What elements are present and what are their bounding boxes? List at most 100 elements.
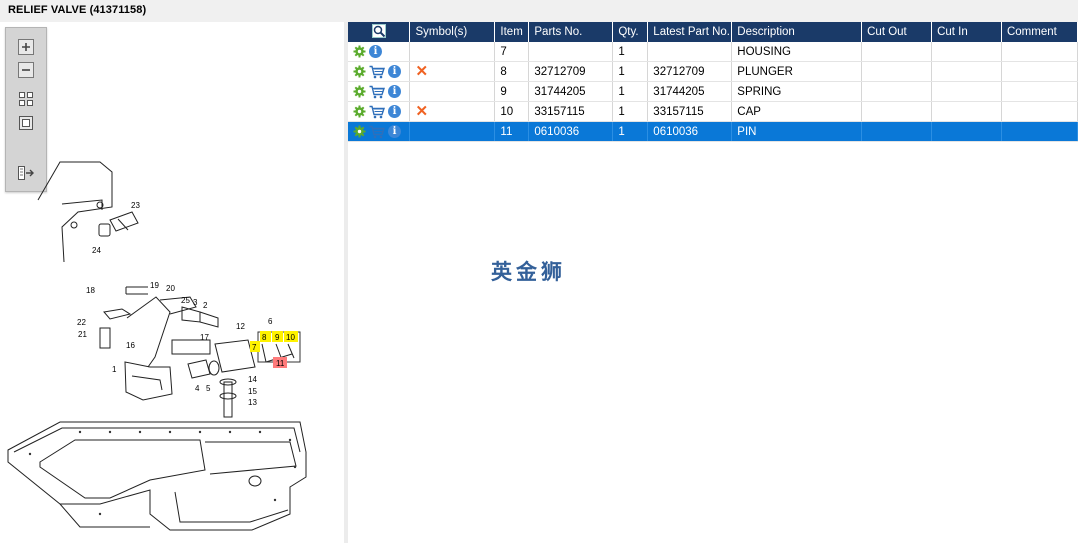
gear-icon [353,45,366,58]
watermark: 英金狮 [491,260,566,284]
fit-grid-icon [19,92,33,106]
item-cell: 9 [494,81,530,102]
parts-no-cell[interactable]: 33157115 [528,101,614,122]
column-header-cut-out[interactable]: Cut Out [861,22,933,42]
diagram-pane[interactable]: 23 24 18 19 20 25 3 2 22 21 16 17 12 6 7… [0,22,345,543]
callout-label[interactable]: 17 [200,333,209,342]
shopping-cart-icon [369,125,385,138]
callout-label[interactable]: 18 [86,286,95,295]
callout-label[interactable]: 4 [195,384,200,393]
zoom-in-button[interactable] [17,38,35,56]
callout-label[interactable]: 16 [126,341,135,350]
column-header-item[interactable]: Item [494,22,530,42]
add-to-cart-button[interactable] [369,65,385,79]
cut-in-cell [931,121,1002,142]
fit-grid-button[interactable] [17,90,35,108]
table-row[interactable]: i 9 31744205 1 31744205 SPRING [348,81,1078,102]
gear-icon [353,125,366,138]
info-icon[interactable]: i [369,45,382,58]
comment-cell [1001,81,1078,102]
callout-label[interactable]: 7 [252,343,257,352]
latest-part-no-cell[interactable]: 33157115 [647,101,733,122]
parts-no-cell[interactable]: 31744205 [528,81,614,102]
callout-label[interactable]: 19 [150,281,159,290]
parts-no-cell[interactable] [528,42,614,62]
cut-out-cell [861,81,933,102]
info-icon[interactable]: i [388,125,401,138]
row-detail-button[interactable] [353,45,366,58]
column-header-comment[interactable]: Comment [1001,22,1078,42]
zoom-in-icon [18,39,34,55]
qty-cell: 1 [612,101,649,122]
callout-label[interactable]: 14 [248,375,257,384]
callout-label[interactable]: 21 [78,330,87,339]
callout-label[interactable]: 6 [268,317,273,326]
row-detail-button[interactable] [353,65,366,78]
symbols-cell [409,42,496,62]
callout-label[interactable]: 5 [206,384,211,393]
info-icon[interactable]: i [388,85,401,98]
info-icon[interactable]: i [388,105,401,118]
exploded-parts-diagram: 23 24 18 19 20 25 3 2 22 21 16 17 12 6 7… [7,161,307,531]
column-header-description[interactable]: Description [731,22,863,42]
table-row[interactable]: i ✕ 10 33157115 1 33157115 CAP [348,101,1078,122]
description-cell: PIN [731,121,863,142]
description-cell: PLUNGER [731,61,863,82]
callout-label[interactable]: 8 [262,333,267,342]
callout-label[interactable]: 10 [286,333,295,342]
parts-no-cell[interactable]: 0610036 [528,121,614,142]
table-row[interactable]: i 11 0610036 1 0610036 PIN [348,121,1078,142]
column-header-symbols[interactable]: Symbol(s) [409,22,496,42]
column-header-latest-part-no[interactable]: Latest Part No. [647,22,733,42]
row-detail-button[interactable] [353,125,366,138]
callout-label[interactable]: 22 [77,318,86,327]
add-to-cart-button[interactable] [369,85,385,99]
latest-part-no-cell[interactable]: 0610036 [647,121,733,142]
fit-page-button[interactable] [17,114,35,132]
callout-label[interactable]: 25 [181,296,190,305]
gear-icon [353,85,366,98]
qty-cell: 1 [612,81,649,102]
callout-label[interactable]: 24 [92,246,101,255]
latest-part-no-cell[interactable] [647,42,733,62]
column-header-cut-in[interactable]: Cut In [931,22,1002,42]
cut-in-cell [931,81,1002,102]
qty-cell: 1 [612,121,649,142]
add-to-cart-button[interactable] [369,105,385,119]
zoom-out-button[interactable] [17,61,35,79]
shopping-cart-icon [369,65,385,78]
callout-label[interactable]: 2 [203,301,208,310]
parts-no-cell[interactable]: 32712709 [528,61,614,82]
item-cell: 8 [494,61,530,82]
callout-label[interactable]: 11 [276,359,285,368]
latest-part-no-cell[interactable]: 32712709 [647,61,733,82]
callout-label[interactable]: 3 [193,298,198,307]
callout-label[interactable]: 20 [166,284,175,293]
callout-label[interactable]: 1 [112,365,117,374]
info-icon[interactable]: i [388,65,401,78]
table-row[interactable]: i ✕ 8 32712709 1 32712709 PLUNGER [348,61,1078,82]
symbols-cell [409,81,496,102]
shopping-cart-icon [369,105,385,118]
filter-parts-icon [371,23,386,38]
cut-out-cell [861,61,933,82]
fit-page-icon [19,116,33,130]
row-action-cell: i [348,61,411,82]
filter-column-header[interactable] [348,22,411,42]
latest-part-no-cell[interactable]: 31744205 [647,81,733,102]
column-header-parts-no[interactable]: Parts No. [528,22,614,42]
add-to-cart-button[interactable] [369,125,385,139]
table-row[interactable]: i 7 1 HOUSING [348,42,1078,62]
row-detail-button[interactable] [353,105,366,118]
callout-label[interactable]: 12 [236,322,245,331]
column-header-qty[interactable]: Qty. [612,22,649,42]
callout-label[interactable]: 23 [131,201,140,210]
row-detail-button[interactable] [353,85,366,98]
callout-label[interactable]: 15 [248,387,257,396]
window-title: RELIEF VALVE (41371158) [8,4,147,16]
callout-label[interactable]: 13 [248,398,257,407]
item-cell: 10 [494,101,530,122]
qty-cell: 1 [612,42,649,62]
callout-label[interactable]: 9 [275,333,280,342]
cut-in-cell [931,101,1002,122]
